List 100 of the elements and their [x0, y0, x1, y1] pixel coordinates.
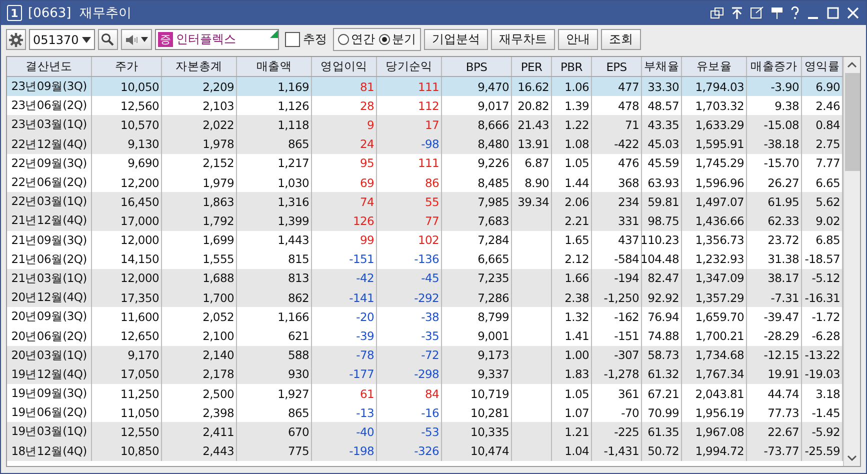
flag-icon[interactable]	[770, 6, 784, 20]
table-cell: -35	[421, 329, 439, 344]
column-header[interactable]: 결산년도	[7, 57, 92, 76]
table-row[interactable]: 19년09월(3Q) 11,250 2,500 1,927 61 84 10,719 1.05 361 67.21 2,043.81 44.74 3.18	[7, 384, 843, 404]
table-cell: 775	[288, 444, 309, 458]
table-row[interactable]: 20년12월(4Q) 17,350 1,700 862 -141 -292 7,286 2.38 -1,250 92.92 1,357.29 -7.31 -16.31	[7, 288, 843, 308]
table-cell: 84	[424, 386, 439, 401]
scrollbar[interactable]	[843, 57, 860, 466]
column-header[interactable]: 자본총계	[162, 57, 237, 76]
column-header[interactable]: 영업이익	[312, 57, 377, 76]
table-cell: -16	[421, 406, 439, 420]
table-cell: 45.59	[648, 156, 679, 170]
column-header[interactable]: PER	[512, 57, 552, 76]
period-radio[interactable]: 분기	[378, 31, 416, 48]
table-cell: -20	[356, 310, 374, 324]
table-cell: 1.83	[564, 367, 589, 382]
table-cell: 19년06월(2Q)	[11, 405, 87, 420]
table-cell: 331	[618, 214, 639, 228]
toolbar-button[interactable]: 재무차트	[490, 29, 555, 50]
sound-button[interactable]	[120, 29, 152, 50]
table-cell: -162	[614, 310, 639, 324]
table-cell: 59.81	[648, 194, 679, 209]
column-header[interactable]: 매출액	[237, 57, 312, 76]
column-header[interactable]: 유보율	[682, 57, 747, 76]
table-cell: 9,226	[478, 156, 509, 170]
table-cell: 1.00	[564, 348, 589, 362]
table-cell: 13.91	[518, 137, 549, 152]
toolbar-button[interactable]: 조회	[600, 29, 641, 50]
table-cell: 22년03월(1Q)	[11, 194, 87, 210]
table-row[interactable]: 21년09월(3Q) 12,000 1,699 1,443 99 102 7,284 1.65 437 110.23 1,356.73 23.72 6.85	[7, 230, 843, 250]
table-row[interactable]: 19년03월(1Q) 12,550 2,411 670 -40 -53 10,335 1.21 -225 61.35 1,967.08 22.67 -5.92	[7, 422, 843, 442]
table-row[interactable]: 22년09월(3Q) 9,690 2,152 1,217 95 111 9,226 6.87 1.05 476 45.59 1,745.29 -15.70 7.77	[7, 154, 843, 173]
table-row[interactable]: 20년03월(1Q) 9,170 2,140 588 -78 -72 9,173 1.00 -307 58.73 1,734.68 -12.15 -13.22	[7, 346, 843, 365]
scroll-down-icon[interactable]	[847, 454, 857, 462]
table-cell: 55	[424, 194, 439, 209]
table-cell: 1,633.29	[695, 118, 744, 132]
table-cell: -3.90	[770, 80, 799, 94]
table-row[interactable]: 21년12월(4Q) 17,000 1,792 1,399 126 77 7,683 2.21 331 98.75 1,436.66 62.33 9.02	[7, 211, 843, 230]
column-header[interactable]: 매출증가	[747, 57, 802, 76]
help-icon[interactable]	[790, 6, 800, 20]
table-cell: -15.08	[764, 118, 799, 132]
table-cell: 16,450	[120, 194, 159, 209]
table-cell: 26.27	[768, 176, 799, 190]
search-button[interactable]	[98, 29, 118, 50]
table-cell: -422	[614, 137, 639, 152]
table-cell: 23년03월(1Q)	[11, 117, 87, 132]
maximize-icon[interactable]	[826, 6, 840, 20]
close-icon[interactable]	[846, 6, 860, 20]
market-badge: 증	[158, 32, 173, 47]
table-row[interactable]: 20년09월(3Q) 11,600 2,052 1,166 -20 -38 8,799 1.32 -162 76.94 1,659.70 -39.47 -1.72	[7, 307, 843, 326]
table-cell: 862	[288, 290, 309, 305]
table-row[interactable]: 22년03월(1Q) 16,450 1,863 1,316 74 55 7,985 39.34 2.06 234 59.81 1,497.07 61.95 5.62	[7, 192, 843, 212]
settings-button[interactable]	[6, 29, 26, 50]
period-radio[interactable]: 연간	[338, 31, 375, 48]
table-cell: 102	[418, 233, 439, 248]
table-row[interactable]: 19년12월(4Q) 17,050 2,178 930 -177 -298 9,337 1.83 -1,278 61.32 1,767.34 19.91 -19.03	[7, 364, 843, 384]
table-cell: 2.12	[564, 252, 589, 266]
table-cell: -177	[349, 367, 374, 382]
table-cell: -194	[614, 271, 639, 286]
table-cell: 2,209	[202, 80, 234, 94]
column-header[interactable]: 부채율	[642, 57, 682, 76]
table-cell: 11,600	[120, 310, 159, 324]
table-cell: -15.70	[764, 156, 799, 170]
table-cell: -7.31	[770, 290, 799, 305]
column-header[interactable]: EPS	[592, 57, 642, 76]
table-cell: 10,474	[470, 444, 509, 458]
table-cell: 74	[360, 194, 374, 209]
table-cell: -141	[349, 290, 374, 305]
estimate-checkbox[interactable]: 추정	[282, 31, 330, 48]
table-cell: 58.73	[648, 348, 679, 362]
table-cell: 19년03월(1Q)	[11, 424, 87, 440]
table-cell: 7,985	[478, 194, 509, 209]
scrollbar-thumb[interactable]	[844, 73, 860, 171]
toolbar-button[interactable]: 안내	[558, 29, 598, 50]
column-header[interactable]: 주가	[92, 57, 162, 76]
table-row[interactable]: 18년12월(4Q) 10,850 2,443 775 -198 -326 10,474 1.04 -1,431 50.72 1,994.72 -73.77 -25.59	[7, 442, 843, 461]
table-cell: 1,166	[278, 310, 309, 324]
column-header[interactable]: PBR	[552, 57, 592, 76]
column-header[interactable]: BPS	[442, 57, 512, 76]
column-header[interactable]: 당기순익	[377, 57, 442, 76]
windows-icon[interactable]	[710, 6, 724, 20]
scroll-up-icon[interactable]	[847, 61, 857, 69]
toolbar-button[interactable]: 기업분석	[424, 29, 488, 50]
table-row[interactable]: 21년03월(1Q) 12,000 1,688 813 -42 -45 7,235 1.66 -194 82.47 1,347.09 38.17 -5.12	[7, 268, 843, 288]
table-row[interactable]: 23년03월(1Q) 10,570 2,022 1,118 9 17 8,666 21.43 1.22 71 43.35 1,633.29 -15.08 0.84	[7, 115, 843, 135]
table-cell: 1,688	[202, 271, 234, 286]
table-row[interactable]: 23년09월(3Q) 10,050 2,209 1,169 81 111 9,470 16.62 1.06 477 33.30 1,794.03 -3.90 6.90	[7, 77, 843, 96]
stock-name-field[interactable]: 증 인터플렉스	[154, 29, 279, 50]
table-cell: 7,235	[478, 271, 509, 286]
table-cell: 2,022	[202, 118, 234, 132]
screen-link-icon[interactable]	[750, 6, 764, 20]
table-cell: 1,967.08	[695, 424, 744, 439]
table-cell: 1,734.68	[695, 348, 744, 362]
table-cell: 1,347.09	[695, 271, 744, 286]
table-cell: 1,555	[202, 252, 234, 266]
stock-code-field[interactable]: 051370	[29, 29, 95, 50]
table-cell: -28.29	[764, 329, 799, 344]
table-row[interactable]: 22년12월(4Q) 9,130 1,978 865 24 -98 8,480 13.91 1.08 -422 45.03 1,595.91 -38.18 2.75	[7, 134, 843, 154]
pin-top-icon[interactable]	[730, 6, 744, 20]
table-cell: 9,130	[128, 137, 159, 152]
